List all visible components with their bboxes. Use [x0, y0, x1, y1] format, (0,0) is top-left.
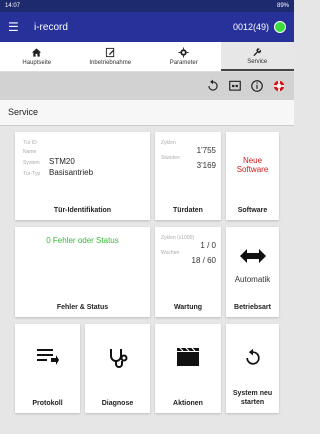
label-name: Name [23, 149, 37, 155]
card-tuer-identifikation[interactable]: Tür ID Name System STM20 Tür-Typ Basisan… [15, 132, 150, 220]
home-icon [32, 48, 42, 57]
software-text-line2: Software [236, 165, 269, 174]
gear-icon [178, 47, 189, 58]
card-betriebsart[interactable]: Automatik Betriebsart [226, 227, 279, 317]
card-caption: Aktionen [173, 400, 203, 407]
card-caption-line2: starten [240, 398, 265, 406]
menu-icon[interactable]: ☰ [8, 20, 26, 34]
card-tuerdaten[interactable]: Zyklen 1'755 Stunden 3'169 Türdaten [155, 132, 221, 220]
refresh-icon[interactable] [206, 79, 220, 93]
tab-label: Hauptseite [22, 60, 52, 66]
value-stunden: 3'169 [196, 161, 216, 170]
card-caption-line1: System neu [232, 390, 273, 398]
connection-status-icon [274, 21, 286, 33]
card-caption: Wartung [173, 304, 203, 311]
card-caption: Diagnose [101, 400, 134, 407]
card-software[interactable]: Neue Software Software [226, 132, 279, 220]
card-aktionen[interactable]: Aktionen [155, 324, 221, 413]
card-caption: Software [237, 207, 268, 214]
card-fehler-status[interactable]: 0 Fehler oder Status Fehler & Status [15, 227, 150, 317]
double-arrow-icon [239, 249, 266, 263]
restart-icon [245, 348, 260, 365]
card-system-neu-starten[interactable]: System neu starten [226, 324, 279, 413]
device-id: 0012(49) [232, 22, 269, 32]
app-title: i-record [34, 21, 68, 33]
clock: 14:07 [5, 3, 21, 9]
value-wochen: 18 / 60 [191, 256, 216, 265]
value-tuer-typ: Basisantrieb [49, 168, 94, 177]
label-system: System [23, 160, 40, 166]
value-zyklen-x1000: 1 / 0 [200, 241, 216, 250]
label-tuer-id: Tür ID [23, 140, 37, 146]
edit-icon [105, 47, 114, 58]
card-protokoll[interactable]: Protokoll [15, 324, 80, 413]
label-tuer-typ: Tür-Typ [23, 171, 41, 177]
screen-capture-icon[interactable] [228, 79, 242, 93]
tab-label: Parameter [169, 60, 198, 66]
list-icon [36, 349, 59, 365]
info-icon[interactable] [250, 79, 264, 93]
card-caption: Betriebsart [234, 304, 271, 311]
app-bar: ☰ i-record 0012(49) [0, 12, 294, 42]
toolbar [0, 72, 294, 100]
section-title: Service [0, 100, 294, 126]
lifebuoy-icon[interactable] [272, 79, 286, 93]
clapperboard-icon [177, 348, 199, 366]
card-caption: Türdaten [173, 207, 203, 214]
tab-label: Service [247, 59, 268, 65]
fehler-status-text: 0 Fehler oder Status [46, 236, 119, 245]
card-caption: Protokoll [32, 400, 63, 407]
battery-level: 89% [276, 3, 289, 9]
card-diagnose[interactable]: Diagnose [85, 324, 150, 413]
tab-parameter[interactable]: Parameter [147, 42, 221, 71]
value-system: STM20 [49, 157, 75, 166]
tab-label: Inbetriebnahme [89, 60, 132, 66]
stethoscope-icon [109, 349, 127, 368]
status-bar: 14:07 89% [0, 0, 294, 12]
software-text-line1: Neue [242, 156, 263, 165]
wrench-icon [253, 48, 261, 57]
betriebsart-value: Automatik [234, 275, 271, 284]
tab-inbetriebnahme[interactable]: Inbetriebnahme [74, 42, 148, 71]
tab-bar: Hauptseite Inbetriebnahme Parameter Serv… [0, 42, 294, 72]
tab-hauptseite[interactable]: Hauptseite [0, 42, 74, 71]
tab-service[interactable]: Service [220, 42, 294, 71]
card-caption: Tür-Identifikation [53, 207, 112, 214]
card-caption: Fehler & Status [56, 304, 109, 311]
value-zyklen: 1'755 [196, 146, 216, 155]
card-wartung[interactable]: Zyklen (x1000) 1 / 0 Wochen 18 / 60 Wart… [155, 227, 221, 317]
